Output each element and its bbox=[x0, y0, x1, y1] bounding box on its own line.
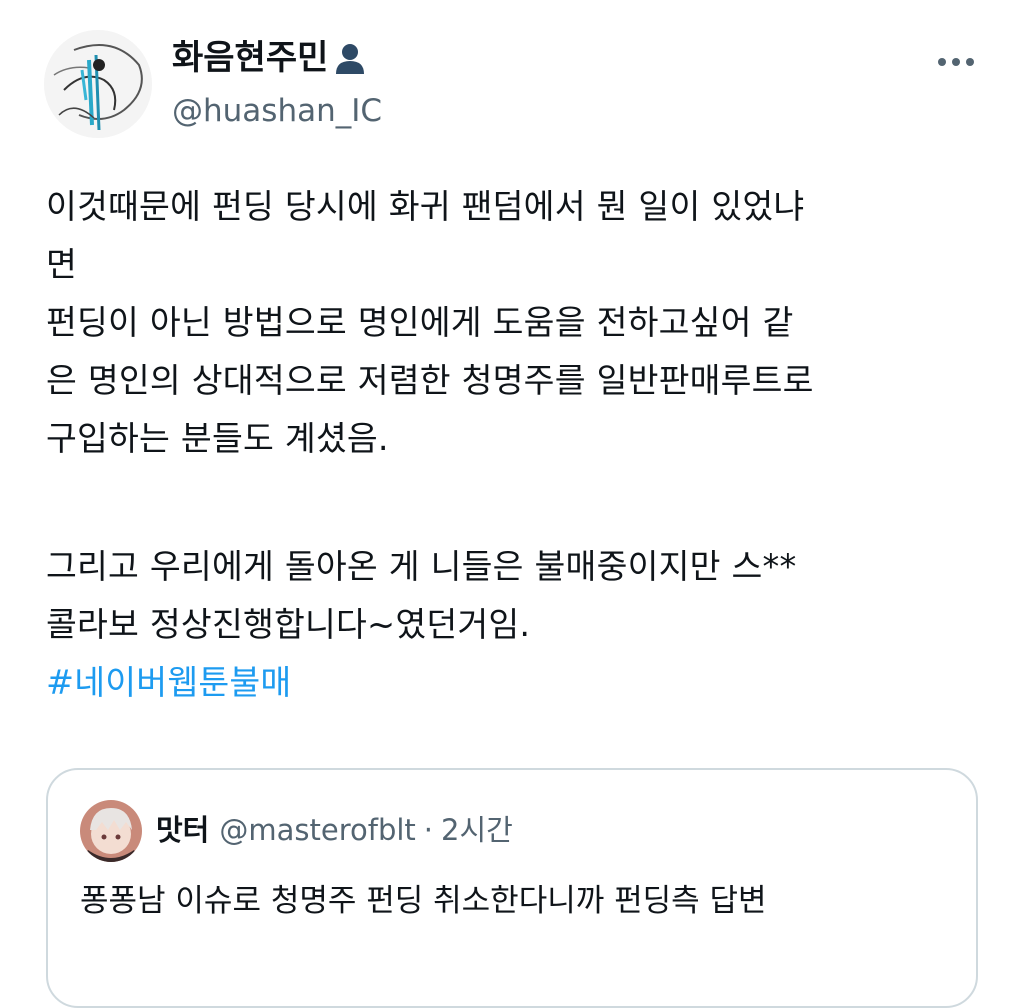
hashtag-link[interactable]: #네이버웹툰불매 bbox=[46, 654, 996, 712]
sketch-avatar-icon bbox=[44, 30, 152, 138]
tweet-line: 은 명인의 상대적으로 저렴한 청명주를 일반판매루트로 bbox=[46, 361, 814, 400]
separator-dot: · bbox=[423, 813, 434, 847]
more-options-icon bbox=[938, 58, 974, 66]
author-handle[interactable]: @huashan_IC bbox=[172, 90, 382, 132]
quote-header: 맛터 @masterofblt · 2시간 bbox=[156, 808, 513, 852]
anime-avatar-icon bbox=[80, 800, 142, 862]
tweet-line: 이것때문에 펀딩 당시에 화귀 팬덤에서 뭔 일이 있었냐 bbox=[46, 187, 805, 226]
tweet-line: 펀딩이 아닌 방법으로 명인에게 도움을 전하고싶어 같 bbox=[46, 303, 794, 342]
author-name-text: 화음현주민 bbox=[172, 38, 329, 78]
tweet-line: 면 bbox=[46, 245, 78, 284]
bust-silhouette-icon bbox=[332, 40, 368, 76]
more-options-button[interactable] bbox=[928, 44, 984, 80]
tweet-avatar[interactable] bbox=[44, 30, 152, 138]
quote-author-handle[interactable]: @masterofblt bbox=[219, 808, 415, 852]
tweet-line: 그리고 우리에게 돌아온 게 니들은 불매중이지만 스** bbox=[46, 547, 797, 586]
author-name[interactable]: 화음현주민 bbox=[172, 36, 368, 80]
quote-timestamp[interactable]: 2시간 bbox=[441, 808, 513, 852]
quote-text: 퐁퐁남 이슈로 청명주 펀딩 취소한다니까 펀딩측 답변 bbox=[80, 883, 767, 919]
quoted-tweet-card[interactable]: 맛터 @masterofblt · 2시간 퐁퐁남 이슈로 청명주 펀딩 취소한… bbox=[46, 768, 978, 1008]
quote-avatar[interactable] bbox=[80, 800, 142, 862]
quote-author-name[interactable]: 맛터 bbox=[156, 808, 209, 852]
tweet-line: 구입하는 분들도 계셨음. bbox=[46, 419, 389, 458]
tweet-text: 이것때문에 펀딩 당시에 화귀 팬덤에서 뭔 일이 있었냐 면 펀딩이 아닌 방… bbox=[46, 178, 996, 712]
tweet-line: 콜라보 정상진행합니다~였던거임. bbox=[46, 605, 531, 644]
